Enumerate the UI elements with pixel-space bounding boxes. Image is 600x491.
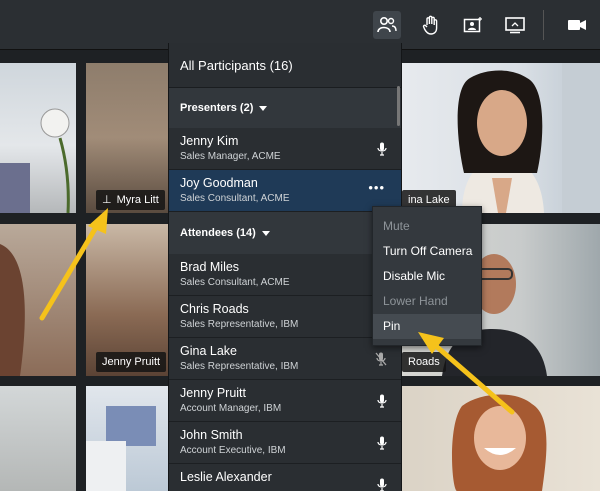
presenters-label: Presenters (2) xyxy=(180,102,254,114)
menu-item-turn-off-camera[interactable]: Turn Off Camera xyxy=(373,239,481,264)
caret-down-icon xyxy=(259,105,268,111)
toolbar-divider xyxy=(543,10,544,40)
participant-name: Jenny Kim xyxy=(180,134,239,148)
microphone-icon[interactable] xyxy=(377,394,387,413)
participants-panel: All Participants (16) Presenters (2) Jen… xyxy=(168,43,402,491)
menu-item-pin[interactable]: Pin xyxy=(373,314,481,339)
participant-role: Account Manager, IBM xyxy=(180,403,282,414)
participant-role: Sales Consultant, ACME xyxy=(180,193,290,204)
share-content-icon[interactable] xyxy=(459,11,487,39)
video-tile[interactable] xyxy=(0,386,76,491)
caret-down-icon xyxy=(261,230,270,236)
participant-name: Chris Roads xyxy=(180,302,249,316)
participant-context-menu: Mute Turn Off Camera Disable Mic Lower H… xyxy=(372,206,482,346)
microphone-muted-icon[interactable] xyxy=(375,352,387,371)
participant-role: Sales Manager, ACME xyxy=(180,151,281,162)
menu-item-disable-mic[interactable]: Disable Mic xyxy=(373,264,481,289)
participant-name: Brad Miles xyxy=(180,260,240,274)
name-tag: Roads xyxy=(402,352,446,372)
video-tile-myra-litt[interactable]: ⊥ Myra Litt xyxy=(86,63,168,213)
presenters-section-toggle[interactable]: Presenters (2) xyxy=(169,88,401,128)
pin-icon: ⊥ xyxy=(102,194,112,206)
participant-name: Gina Lake xyxy=(180,344,237,358)
attendees-label: Attendees (14) xyxy=(180,227,256,239)
video-tile[interactable] xyxy=(0,224,76,376)
participant-row-selected[interactable]: Joy Goodman Sales Consultant, ACME ••• xyxy=(169,170,401,212)
participant-name: Joy Goodman xyxy=(180,176,258,190)
participant-role: Sales Representative, IBM xyxy=(180,319,299,330)
attendees-section-toggle[interactable]: Attendees (14) xyxy=(169,212,401,254)
video-tile[interactable] xyxy=(0,63,76,213)
microphone-icon[interactable] xyxy=(377,436,387,455)
raise-hand-icon[interactable] xyxy=(417,11,445,39)
tile-name: Roads xyxy=(408,356,440,368)
participant-row[interactable]: Leslie Alexander xyxy=(169,464,401,491)
video-tile-gina-lake[interactable]: ina Lake xyxy=(402,63,600,213)
more-options-icon[interactable]: ••• xyxy=(368,180,385,195)
tile-name: Myra Litt xyxy=(116,194,159,206)
participant-row[interactable]: Gina Lake Sales Representative, IBM xyxy=(169,338,401,380)
camera-icon[interactable] xyxy=(563,11,591,39)
menu-item-lower-hand: Lower Hand xyxy=(383,294,448,308)
video-tile-jenny-pruitt[interactable]: Jenny Pruitt xyxy=(86,224,168,376)
tile-name: ina Lake xyxy=(408,194,450,206)
participant-name: John Smith xyxy=(180,428,243,442)
participant-name: Leslie Alexander xyxy=(180,470,272,484)
participant-role: Sales Consultant, ACME xyxy=(180,277,290,288)
panel-header: All Participants (16) xyxy=(169,43,401,88)
participant-row[interactable]: John Smith Account Executive, IBM xyxy=(169,422,401,464)
menu-item-mute: Mute xyxy=(383,219,410,233)
tile-name: Jenny Pruitt xyxy=(102,356,161,368)
video-tile[interactable] xyxy=(402,386,600,491)
participant-row[interactable]: Chris Roads Sales Representative, IBM xyxy=(169,296,401,338)
participant-role: Account Executive, IBM xyxy=(180,445,286,456)
panel-scrollbar[interactable] xyxy=(397,86,400,126)
name-tag: ⊥ Myra Litt xyxy=(96,190,165,210)
video-tile[interactable] xyxy=(86,386,168,491)
participants-icon[interactable] xyxy=(373,11,401,39)
name-tag: Jenny Pruitt xyxy=(96,352,167,372)
participant-role: Sales Representative, IBM xyxy=(180,361,299,372)
participant-row[interactable]: Jenny Kim Sales Manager, ACME xyxy=(169,128,401,170)
participant-name: Jenny Pruitt xyxy=(180,386,247,400)
participant-row[interactable]: Jenny Pruitt Account Manager, IBM xyxy=(169,380,401,422)
microphone-icon[interactable] xyxy=(377,142,387,161)
participant-row[interactable]: Brad Miles Sales Consultant, ACME xyxy=(169,254,401,296)
screen-share-icon[interactable] xyxy=(501,11,529,39)
microphone-icon[interactable] xyxy=(377,478,387,491)
